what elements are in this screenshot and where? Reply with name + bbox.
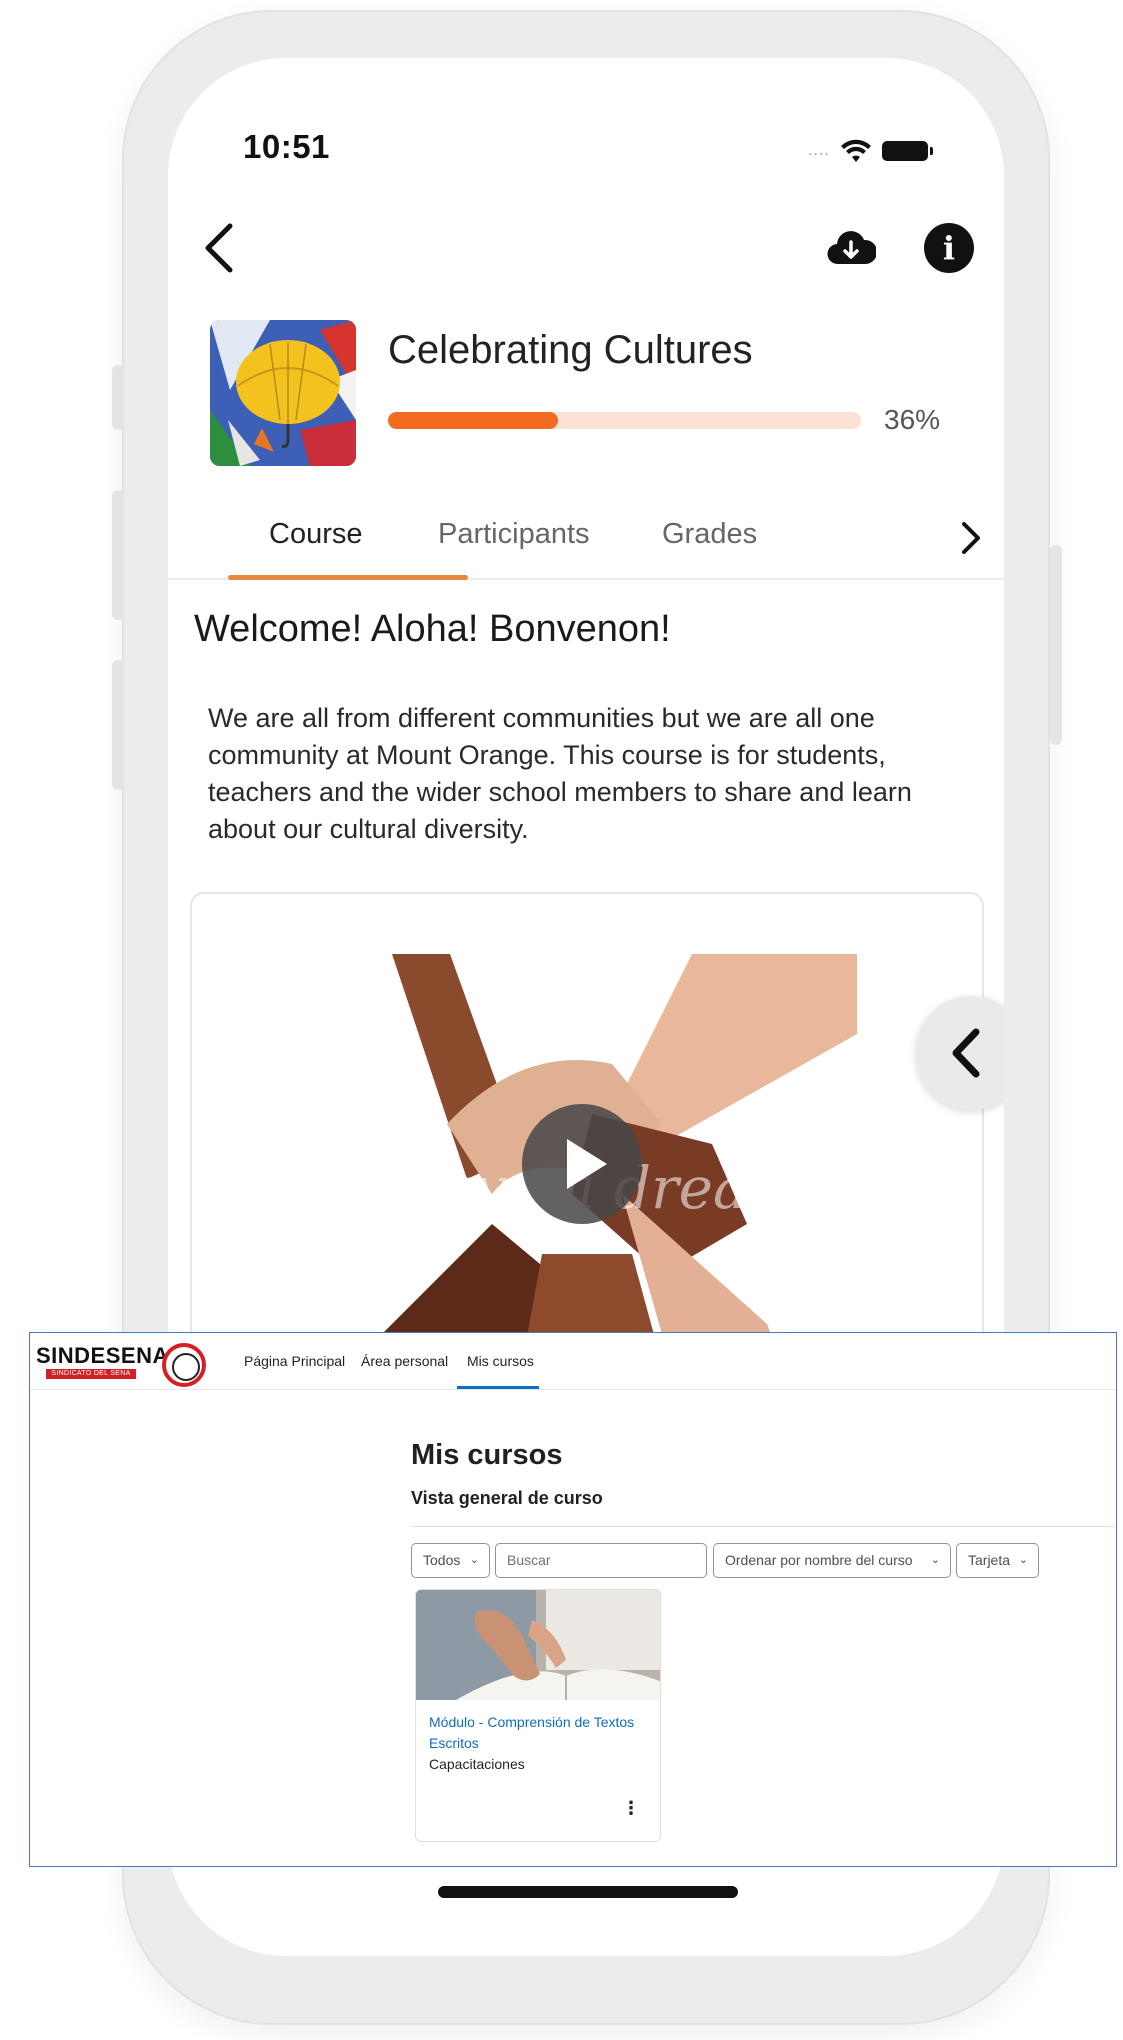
open-book-image [416, 1590, 660, 1700]
status-icons: .... [808, 136, 933, 166]
course-progress-bar [388, 412, 861, 429]
tab-participants[interactable]: Participants [438, 518, 590, 551]
active-tab-indicator [228, 575, 468, 580]
logo-wordmark: SINDESENA [36, 1343, 169, 1368]
chevron-right-icon[interactable] [956, 518, 986, 558]
battery-icon [881, 141, 933, 161]
sort-dropdown-value: Ordenar por nombre del curso [725, 1552, 913, 1568]
course-tabs: Course Participants Grades [168, 498, 1004, 580]
signal-dots: .... [808, 142, 830, 159]
status-time: 10:51 [243, 128, 330, 165]
course-card-category: Capacitaciones [429, 1756, 525, 1772]
course-overview-heading: Vista general de curso [411, 1488, 603, 1508]
course-card[interactable]: Módulo - Comprensión de Textos Escritos … [415, 1589, 661, 1842]
fist-emblem-icon [162, 1343, 206, 1387]
wifi-icon [840, 139, 871, 162]
course-image [210, 320, 356, 466]
chevron-left-icon [952, 1028, 980, 1078]
moodle-my-courses-window: SINDESENA SINDICATO DEL SENA Página Prin… [29, 1332, 1117, 1867]
chevron-down-icon: ⌄ [1018, 1554, 1028, 1566]
phone-power-button [1050, 545, 1062, 745]
course-progress-fill [388, 412, 559, 429]
side-panel-toggle[interactable] [916, 996, 1004, 1110]
screenshot: 10:51 .... i Celebrating Cultures 36% Co… [0, 0, 1123, 2040]
sort-dropdown[interactable]: Ordenar por nombre del curso ⌄ [713, 1543, 951, 1578]
course-progress-label: 36% [884, 404, 941, 435]
grouping-dropdown-value: Todos [423, 1552, 461, 1568]
nav-home-link[interactable]: Página Principal [244, 1353, 345, 1369]
page-title: Mis cursos [411, 1439, 563, 1471]
phone-volume-up-button [112, 490, 124, 620]
section-heading: Welcome! Aloha! Bonvenon! [194, 608, 671, 650]
phone-volume-down-button [112, 660, 124, 790]
search-input[interactable]: Buscar [495, 1543, 707, 1578]
view-dropdown-value: Tarjeta [968, 1552, 1011, 1568]
tab-grades[interactable]: Grades [662, 518, 757, 551]
course-title: Celebrating Cultures [388, 328, 753, 372]
umbrella-image [210, 320, 356, 466]
nav-dashboard-link[interactable]: Área personal [361, 1353, 448, 1369]
course-summary: We are all from different communities bu… [208, 703, 912, 844]
info-icon[interactable]: i [924, 223, 974, 273]
grouping-dropdown[interactable]: Todos ⌄ [411, 1543, 490, 1578]
divider [411, 1526, 1115, 1527]
more-options-icon[interactable]: ⋮ [621, 1798, 641, 1818]
course-card-image [416, 1590, 660, 1700]
course-card-title[interactable]: Módulo - Comprensión de Textos Escritos [429, 1712, 655, 1754]
site-logo[interactable]: SINDESENA SINDICATO DEL SENA [36, 1341, 206, 1389]
primary-navigation: SINDESENA SINDICATO DEL SENA Página Prin… [30, 1333, 1116, 1390]
logo-subtitle: SINDICATO DEL SENA [46, 1369, 136, 1379]
active-nav-indicator [457, 1386, 539, 1389]
back-arrow-icon[interactable] [198, 218, 242, 278]
view-dropdown[interactable]: Tarjeta ⌄ [956, 1543, 1039, 1578]
chevron-down-icon: ⌄ [930, 1554, 940, 1566]
chevron-down-icon: ⌄ [469, 1554, 479, 1566]
phone-side-button [112, 365, 124, 430]
home-indicator [438, 1886, 738, 1898]
nav-my-courses-link[interactable]: Mis cursos [467, 1353, 534, 1369]
play-icon[interactable] [522, 1104, 642, 1224]
tab-course[interactable]: Course [269, 518, 363, 551]
cloud-download-icon[interactable] [826, 226, 876, 270]
